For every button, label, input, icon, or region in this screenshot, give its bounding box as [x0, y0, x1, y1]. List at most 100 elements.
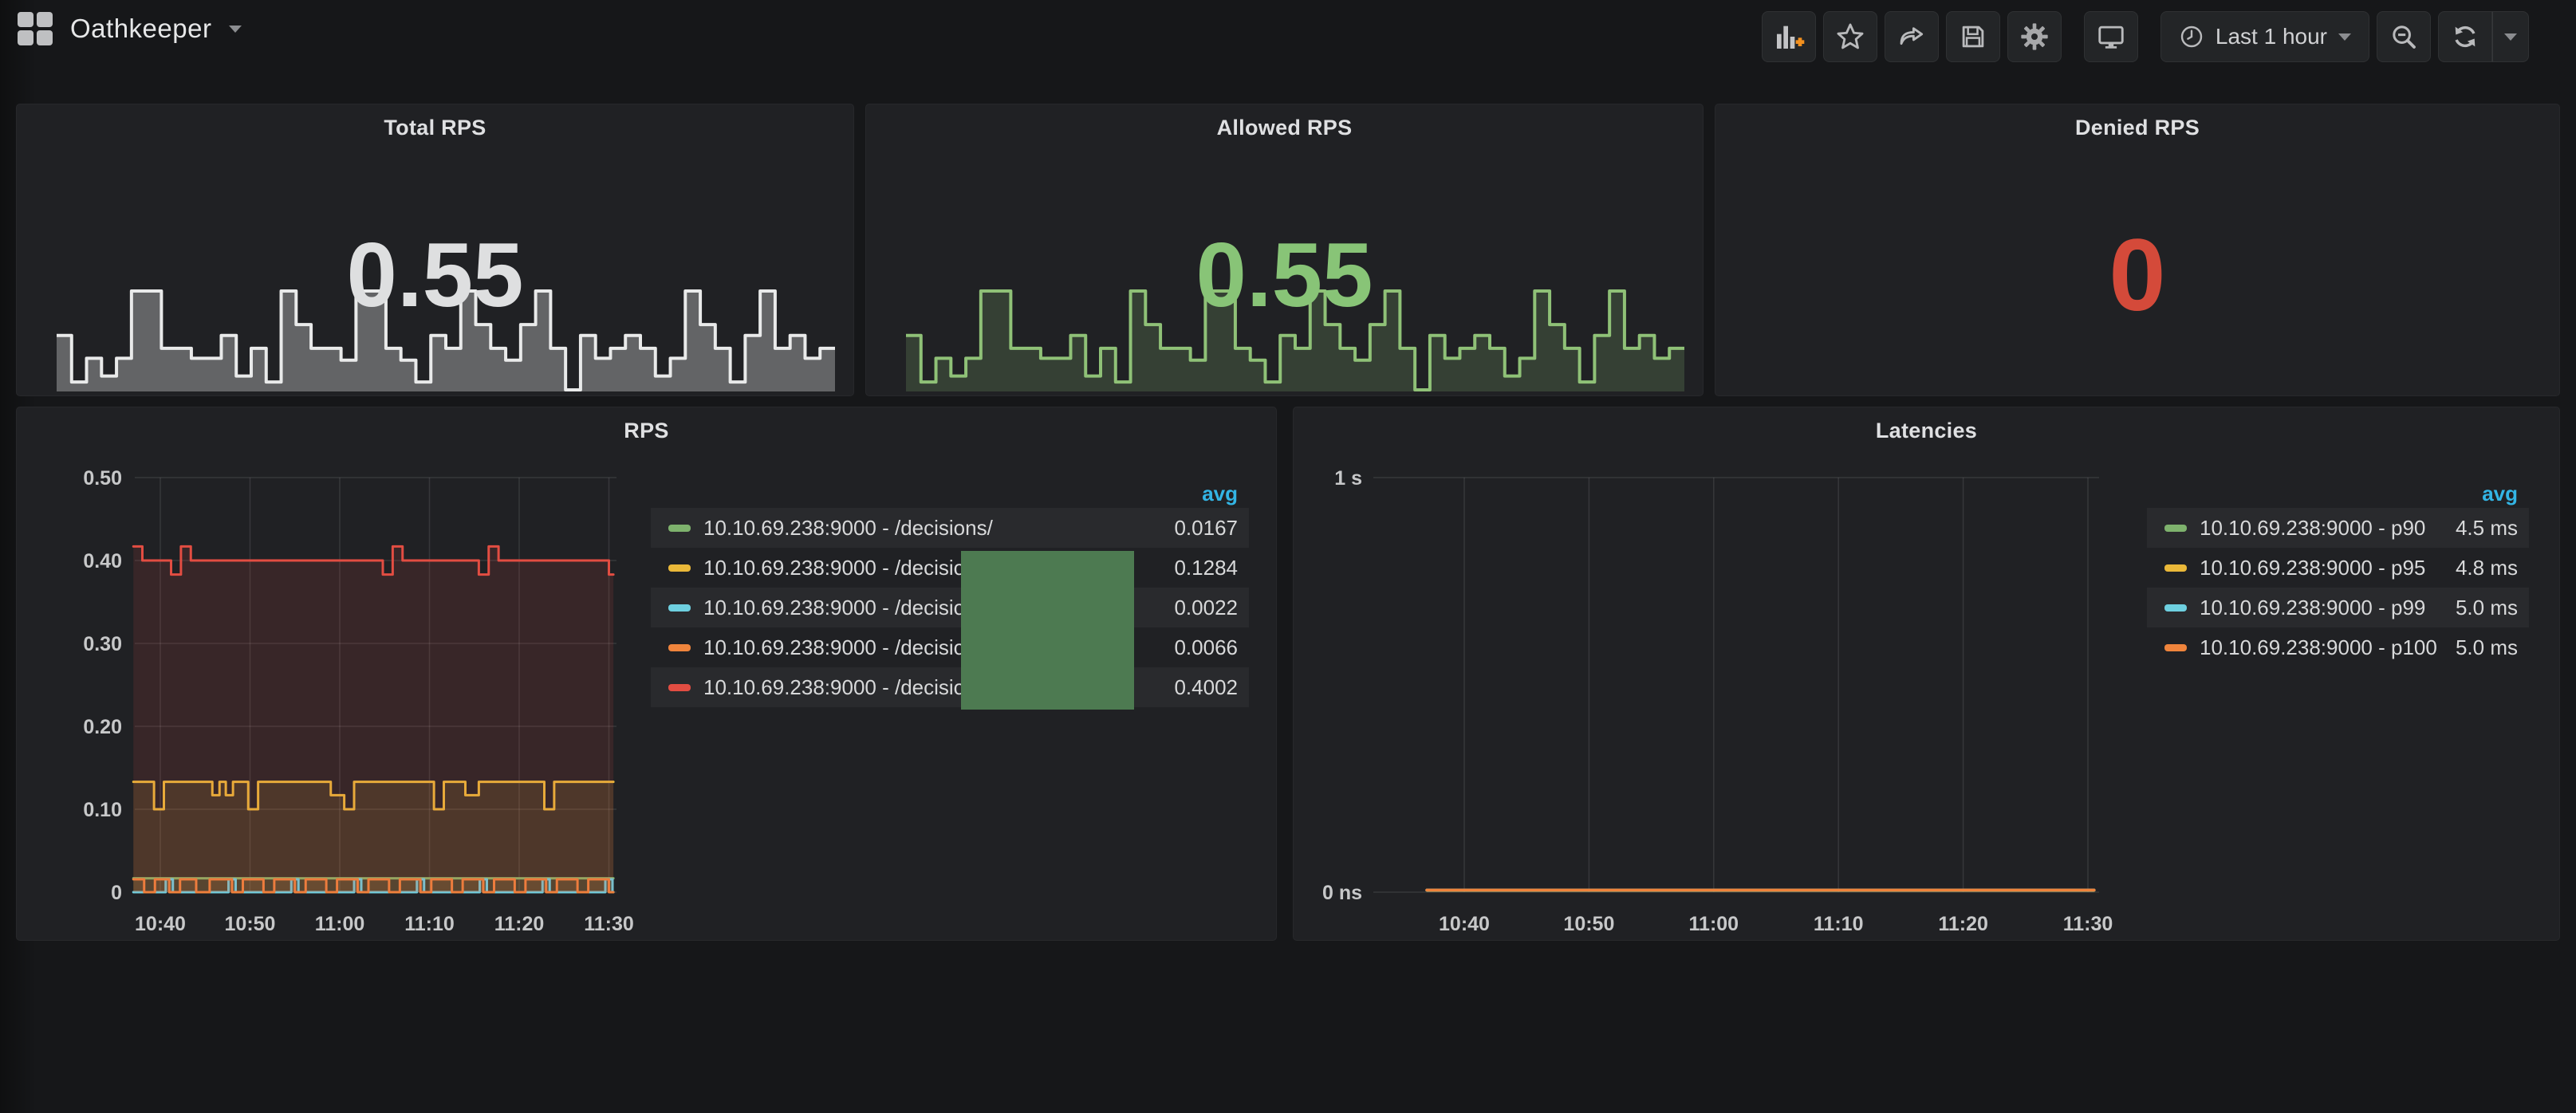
legend-series-label[interactable]: 10.10.69.238:9000 - p90 [2200, 516, 2425, 541]
svg-text:11:10: 11:10 [1814, 913, 1864, 935]
time-range-picker[interactable]: Last 1 hour [2160, 11, 2369, 62]
legend-series-color-icon[interactable] [2164, 604, 2187, 612]
panel-rps-graph[interactable]: RPS 10:40 10:50 11:00 11:10 11:20 11:30 0 0.10 0… [16, 407, 1277, 941]
refresh-icon [2450, 22, 2480, 52]
svg-text:10:50: 10:50 [225, 913, 276, 935]
refresh-interval-button[interactable] [2492, 11, 2529, 62]
add-panel-icon [1773, 21, 1805, 53]
legend-avg-header[interactable]: avg [2147, 479, 2529, 508]
legend-series-color-icon[interactable] [668, 525, 691, 532]
legend-series-label[interactable]: 10.10.69.238:9000 - p100 [2200, 635, 2437, 660]
legend-row[interactable]: 10.10.69.238:9000 - /decisions/0.0022 [651, 588, 1249, 627]
panel-denied-rps[interactable]: Denied RPS 0 [1715, 104, 2560, 396]
legend-row[interactable]: 10.10.69.238:9000 - /decisions/0.0167 [651, 508, 1249, 548]
dashboard-page: Oathkeeper [0, 0, 2576, 1113]
legend-series-color-icon[interactable] [668, 644, 691, 651]
share-icon [1897, 22, 1927, 52]
tv-mode-icon [2096, 22, 2126, 52]
panel-title[interactable]: Latencies [1294, 419, 2559, 443]
svg-text:11:30: 11:30 [584, 913, 634, 935]
legend-series-label[interactable]: 10.10.69.238:9000 - /decisions/ [703, 596, 993, 620]
add-panel-button[interactable] [1762, 11, 1816, 62]
legend-avg-value: 0.1284 [1174, 556, 1238, 580]
time-range-caret-icon [2338, 33, 2351, 41]
stat-value: 0.55 [17, 216, 853, 336]
legend-avg-value: 4.8 ms [2456, 556, 2518, 580]
dashboard-title[interactable]: Oathkeeper [70, 14, 211, 44]
legend-series-color-icon[interactable] [668, 684, 691, 691]
legend-avg-value: 5.0 ms [2456, 596, 2518, 620]
svg-text:0: 0 [111, 882, 122, 904]
svg-text:11:10: 11:10 [404, 913, 455, 935]
svg-text:0 ns: 0 ns [1322, 882, 1362, 904]
legend-series-label[interactable]: 10.10.69.238:9000 - p99 [2200, 596, 2425, 620]
save-button[interactable] [1946, 11, 2000, 62]
star-icon [1835, 22, 1865, 52]
svg-text:11:20: 11:20 [1938, 913, 1988, 935]
share-button[interactable] [1885, 11, 1939, 62]
time-range-label: Last 1 hour [2216, 24, 2327, 49]
legend-row[interactable]: 10.10.69.238:9000 - p90 4.5 ms [2147, 508, 2529, 548]
navbar: Oathkeeper [0, 0, 2576, 73]
svg-text:1 s: 1 s [1334, 467, 1362, 490]
panel-title[interactable]: Denied RPS [1715, 116, 2559, 140]
zoom-out-button[interactable] [2377, 11, 2431, 62]
svg-text:0.50: 0.50 [83, 467, 122, 490]
panel-title[interactable]: RPS [17, 419, 1276, 443]
svg-text:0.30: 0.30 [83, 633, 122, 655]
svg-text:11:20: 11:20 [494, 913, 545, 935]
star-button[interactable] [1823, 11, 1877, 62]
legend-series-color-icon[interactable] [2164, 564, 2187, 572]
gear-icon [2019, 21, 2050, 53]
legend-row[interactable]: 10.10.69.238:9000 - /decisions/0.4002 [651, 667, 1249, 707]
svg-text:10:40: 10:40 [1439, 913, 1490, 935]
settings-button[interactable] [2007, 11, 2062, 62]
svg-text:10:40: 10:40 [135, 913, 186, 935]
green-overlay [961, 551, 1134, 710]
panel-allowed-rps[interactable]: Allowed RPS 0.55 [865, 104, 1704, 396]
legend-series-label[interactable]: 10.10.69.238:9000 - /decisions/ [703, 675, 993, 700]
panel-title[interactable]: Allowed RPS [866, 116, 1703, 140]
svg-text:11:00: 11:00 [1689, 913, 1739, 935]
svg-text:0.10: 0.10 [83, 799, 122, 821]
legend-series-label[interactable]: 10.10.69.238:9000 - p95 [2200, 556, 2425, 580]
svg-text:0.40: 0.40 [83, 550, 122, 572]
zoom-out-icon [2389, 22, 2419, 52]
stat-value: 0 [1715, 200, 2559, 352]
legend-avg-value: 0.4002 [1174, 675, 1238, 700]
legend-row[interactable]: 10.10.69.238:9000 - p99 5.0 ms [2147, 588, 2529, 627]
legend-series-color-icon[interactable] [2164, 644, 2187, 651]
dashboard-picker-icon[interactable] [18, 12, 53, 45]
clock-icon [2179, 24, 2204, 49]
refresh-caret-icon [2504, 33, 2517, 41]
panel-latencies-graph[interactable]: Latencies 10:40 10:50 11:00 11:10 11:20 11:30… [1293, 407, 2560, 941]
legend-row[interactable]: 10.10.69.238:9000 - /decisions/0.1284 [651, 548, 1249, 588]
dashboard-title-caret-icon[interactable] [229, 26, 242, 33]
svg-text:11:30: 11:30 [2063, 913, 2113, 935]
legend-series-color-icon[interactable] [668, 564, 691, 572]
legend-avg-value: 5.0 ms [2456, 635, 2518, 660]
legend-avg-value: 0.0022 [1174, 596, 1238, 620]
legend-avg-value: 4.5 ms [2456, 516, 2518, 541]
svg-text:10:50: 10:50 [1563, 913, 1614, 935]
legend-series-label[interactable]: 10.10.69.238:9000 - /decisions/ [703, 635, 993, 660]
legend-series-color-icon[interactable] [2164, 525, 2187, 532]
legend-series-label[interactable]: 10.10.69.238:9000 - /decisions/ [703, 516, 993, 541]
stat-value: 0.55 [866, 216, 1703, 336]
svg-text:11:00: 11:00 [315, 913, 365, 935]
legend-series-label[interactable]: 10.10.69.238:9000 - /decisions/ [703, 556, 993, 580]
legend-row[interactable]: 10.10.69.238:9000 - p100 5.0 ms [2147, 627, 2529, 667]
tv-mode-button[interactable] [2084, 11, 2138, 62]
svg-text:0.20: 0.20 [83, 716, 122, 738]
legend-avg-value: 0.0066 [1174, 635, 1238, 660]
panel-title[interactable]: Total RPS [17, 116, 853, 140]
save-icon [1958, 22, 1988, 52]
legend-row[interactable]: 10.10.69.238:9000 - p95 4.8 ms [2147, 548, 2529, 588]
legend-series-color-icon[interactable] [668, 604, 691, 612]
panel-total-rps[interactable]: Total RPS 0.55 [16, 104, 854, 396]
legend-avg-value: 0.0167 [1174, 516, 1238, 541]
legend-avg-header[interactable]: avg [651, 479, 1249, 508]
latencies-legend: avg10.10.69.238:9000 - p904.5 ms10.10.69… [2147, 479, 2529, 667]
refresh-button[interactable] [2438, 11, 2492, 62]
legend-row[interactable]: 10.10.69.238:9000 - /decisions/0.0066 [651, 627, 1249, 667]
